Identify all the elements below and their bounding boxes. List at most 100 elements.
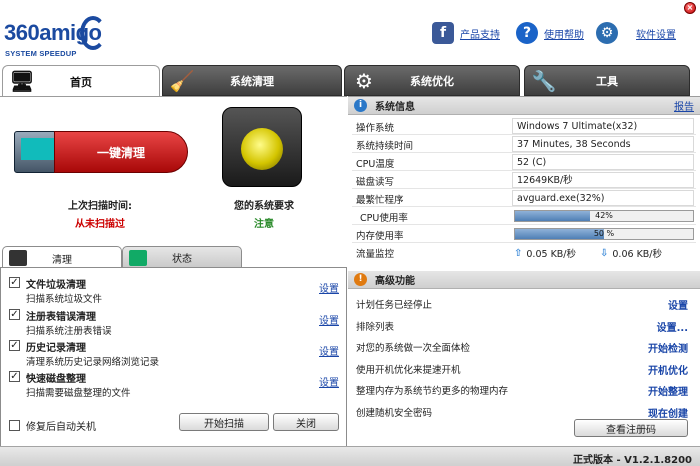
advanced-action-link[interactable]: 开机优化 xyxy=(648,362,688,377)
list-item: ✓ 历史记录清理 清理系统历史记录网络浏览记录 设置 xyxy=(9,337,339,368)
system-info-header: i 系统信息 报告 xyxy=(348,97,700,115)
network-upload-value: 0.05 KB/秒 xyxy=(526,249,577,260)
auto-shutdown-option[interactable]: 修复后自动关机 xyxy=(9,418,96,433)
logo-text: 360amigo xyxy=(4,20,102,45)
advanced-action-link[interactable]: 开始检测 xyxy=(648,340,688,355)
tab-system-optimize[interactable]: ⚙ 系统优化 xyxy=(344,65,520,96)
subtab-status-label: 状态 xyxy=(172,254,192,265)
item-description: 扫描系统垃圾文件 xyxy=(26,294,103,305)
close-button[interactable]: 关闭 xyxy=(273,413,339,431)
help-icon: ? xyxy=(516,22,538,44)
row-key: CPU温度 xyxy=(356,159,395,170)
right-panel: i 系统信息 报告 操作系统 Windows 7 Ultimate(x32) 系… xyxy=(348,96,700,446)
list-item: 排除列表 设置... xyxy=(352,315,696,337)
row-value: 52 (C) xyxy=(512,154,694,170)
row-key: 磁盘读写 xyxy=(356,177,395,188)
network-upload: ⇧ 0.05 KB/秒 xyxy=(514,246,577,261)
tab-tools-label: 工具 xyxy=(596,74,618,88)
help-link-label[interactable]: 使用帮助 xyxy=(544,26,584,41)
advanced-label: 对您的系统做一次全面体检 xyxy=(356,343,471,354)
auto-shutdown-checkbox[interactable] xyxy=(9,420,20,431)
clean-list: ✓ 文件垃圾清理 扫描系统垃圾文件 设置 ✓ 注册表错误清理 扫描系统注册表错误… xyxy=(0,267,347,447)
list-item: 整理内存为系统节约更多的物理内存 开始整理 xyxy=(352,379,696,401)
cpu-usage-label: CPU使用率 xyxy=(360,213,408,224)
list-item: 使用开机优化来提速开机 开机优化 xyxy=(352,358,696,380)
table-row: 操作系统 Windows 7 Ultimate(x32) xyxy=(352,117,696,135)
clean-tab-icon xyxy=(9,250,27,266)
subtab-status[interactable]: 状态 xyxy=(122,246,242,269)
list-item: 对您的系统做一次全面体检 开始检测 xyxy=(352,336,696,358)
settings-link[interactable]: ⚙ 软件设置 xyxy=(596,22,676,44)
subtab-clean[interactable]: 清理 xyxy=(2,246,122,269)
status-tab-icon xyxy=(129,250,147,266)
item-checkbox[interactable]: ✓ xyxy=(9,309,20,320)
item-checkbox[interactable]: ✓ xyxy=(9,340,20,351)
support-link[interactable]: f 产品支持 xyxy=(432,22,500,44)
list-item: 计划任务已经停止 设置 xyxy=(352,293,696,315)
row-key: 系统持续时间 xyxy=(356,141,414,152)
tab-system-clean-label: 系统清理 xyxy=(230,74,274,88)
advanced-label: 整理内存为系统节约更多的物理内存 xyxy=(356,386,509,397)
main-tabs: 🖥 首页 🧹 系统清理 ⚙ 系统优化 🔧 工具 xyxy=(0,62,700,97)
network-row: 流量监控 ⇧ 0.05 KB/秒 ⇩ 0.06 KB/秒 xyxy=(352,243,696,261)
start-scan-button[interactable]: 开始扫描 xyxy=(179,413,269,431)
advanced-title: 高级功能 xyxy=(375,276,415,287)
help-link[interactable]: ? 使用帮助 xyxy=(516,22,584,44)
logo-subtitle: SYSTEM SPEEDUP xyxy=(5,49,77,58)
facebook-icon: f xyxy=(432,22,454,44)
network-download-value: 0.06 KB/秒 xyxy=(612,249,663,260)
network-download: ⇩ 0.06 KB/秒 xyxy=(600,246,663,261)
row-value: avguard.exe(32%) xyxy=(512,190,694,206)
tab-system-optimize-label: 系统优化 xyxy=(410,74,454,88)
list-item: ✓ 快速磁盘整理 扫描需要磁盘整理的文件 设置 xyxy=(9,368,339,399)
tab-tools[interactable]: 🔧 工具 xyxy=(524,65,690,96)
item-settings-link[interactable]: 设置 xyxy=(319,343,339,358)
broom-icon: 🧹 xyxy=(169,69,195,93)
item-settings-link[interactable]: 设置 xyxy=(319,280,339,295)
tab-home[interactable]: 🖥 首页 xyxy=(2,65,160,97)
version-label: 正式版本 - V1.2.1.8200 xyxy=(573,455,692,466)
advanced-label: 使用开机优化来提速开机 xyxy=(356,364,461,376)
home-left-panel: 一键清理 上次扫描时间: 从未扫描过 您的系统要求 注意 清理 状态 ✓ 文件垃… xyxy=(0,96,347,447)
item-title: 历史记录清理 xyxy=(26,343,86,354)
row-value: 12649KB/秒 xyxy=(512,172,694,188)
item-checkbox[interactable]: ✓ xyxy=(9,277,20,288)
advanced-action-link[interactable]: 设置 xyxy=(668,297,688,312)
table-row: CPU温度 52 (C) xyxy=(352,153,696,171)
auto-shutdown-label: 修复后自动关机 xyxy=(26,422,96,433)
item-checkbox[interactable]: ✓ xyxy=(9,371,20,382)
advanced-action-link[interactable]: 开始整理 xyxy=(648,383,688,398)
row-value: 37 Minutes, 38 Seconds xyxy=(512,136,694,152)
item-description: 清理系统历史记录网络浏览记录 xyxy=(26,357,160,368)
item-settings-link[interactable]: 设置 xyxy=(319,374,339,389)
item-title: 快速磁盘整理 xyxy=(26,374,86,385)
tab-home-label: 首页 xyxy=(70,75,92,89)
advanced-action-link[interactable]: 现在创建 xyxy=(648,405,688,420)
list-item: ✓ 注册表错误清理 扫描系统注册表错误 设置 xyxy=(9,306,339,337)
advanced-action-link[interactable]: 设置... xyxy=(657,319,688,334)
cpu-usage-text: 42% xyxy=(595,211,613,220)
view-registration-button[interactable]: 查看注册码 xyxy=(574,419,688,437)
settings-link-label[interactable]: 软件设置 xyxy=(636,26,676,41)
cpu-usage-row: CPU使用率 42% xyxy=(352,207,696,225)
monitor-icon: 🖥 xyxy=(9,69,35,93)
report-link[interactable]: 报告 xyxy=(674,98,694,113)
advanced-label: 排除列表 xyxy=(356,321,395,333)
wrench-icon: 🔧 xyxy=(531,69,557,93)
item-title: 注册表错误清理 xyxy=(26,312,96,323)
close-window-button[interactable]: × xyxy=(684,2,696,14)
subtab-clean-label: 清理 xyxy=(52,254,72,266)
item-description: 扫描系统注册表错误 xyxy=(26,326,112,337)
system-info-title: 系统信息 xyxy=(375,102,415,113)
status-light-icon xyxy=(222,107,302,187)
item-settings-link[interactable]: 设置 xyxy=(319,312,339,327)
one-click-clean-label: 一键清理 xyxy=(54,131,188,173)
one-click-clean-button[interactable]: 一键清理 xyxy=(14,131,188,173)
support-link-label[interactable]: 产品支持 xyxy=(460,26,500,41)
tab-system-clean[interactable]: 🧹 系统清理 xyxy=(162,65,342,96)
advanced-label: 计划任务已经停止 xyxy=(356,300,433,311)
last-scan-label: 上次扫描时间: xyxy=(68,201,132,212)
info-icon: i xyxy=(354,99,367,112)
sub-tabs: 清理 状态 xyxy=(0,243,347,269)
warning-icon: ! xyxy=(354,273,367,286)
